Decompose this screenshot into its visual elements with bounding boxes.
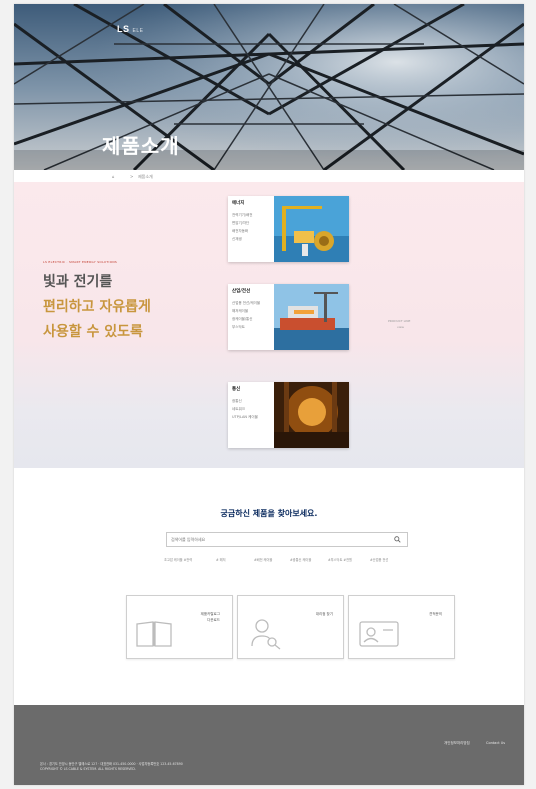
search-tag[interactable]: #부스닥트 #전원: [328, 557, 352, 562]
search-tag[interactable]: #광통신 케이블: [290, 557, 311, 562]
product-card-energy[interactable]: 에너지 전력기기/배전 변압기/차단 배전자동화 신재생: [228, 196, 349, 262]
product-card-item[interactable]: 배전자동화: [232, 229, 248, 234]
product-card-item[interactable]: 광케이블/통신: [232, 317, 253, 322]
book-icon: [136, 621, 172, 647]
product-card-item[interactable]: 해저케이블: [232, 309, 248, 314]
hero-transmission-tower-image: [14, 4, 524, 170]
product-card-item[interactable]: 변압기/차단: [232, 221, 249, 226]
quick-card-quote[interactable]: 견적문의: [348, 595, 455, 659]
product-card-title: 통신: [232, 387, 241, 392]
product-card-item[interactable]: 산업용 전선/케이블: [232, 301, 260, 306]
quick-card-label: 제품카탈로그: [200, 612, 220, 616]
footer-address: 본사 : 경기도 안양시 동안구 엘에스로 127 · 대표전화 031-450…: [40, 762, 183, 766]
page: LS ELE 제품소개 ⌂ > 제품소개 LS ELECTRIC · SMART…: [14, 4, 524, 785]
slogan-line-3: 사용할 수 있도록: [43, 324, 143, 340]
search-box: [166, 532, 408, 547]
logo-mark: LS: [117, 24, 130, 34]
home-icon[interactable]: ⌂: [112, 174, 115, 179]
product-card-title: 에너지: [232, 201, 245, 206]
breadcrumb-current[interactable]: 제품소개: [138, 174, 153, 180]
hero-banner: LS ELE 제품소개: [14, 4, 524, 170]
product-card-image-telecom: [274, 382, 349, 448]
product-card-industry[interactable]: 산업/전선 산업용 전선/케이블 해저케이블 광케이블/통신 부스닥트: [228, 284, 349, 350]
footer-copyright: COPYRIGHT © LS CABLE & SYSTEM. ALL RIGHT…: [40, 767, 136, 771]
slogan-line-1: 빛과 전기를: [43, 274, 113, 290]
tagline-small: LS ELECTRIC · SMART ENERGY SOLUTIONS: [43, 260, 118, 264]
quick-card-catalog[interactable]: 제품카탈로그 다운로드: [126, 595, 233, 659]
search-title: 궁금하신 제품을 찾아보세요.: [220, 509, 318, 518]
footer: 개인정보처리방침 Contact Us 본사 : 경기도 안양시 동안구 엘에스…: [14, 705, 524, 785]
side-label: PRODUCT LINE: [388, 319, 411, 323]
id-card-icon: [359, 621, 399, 647]
quick-card-dealer[interactable]: 대리점 찾기: [237, 595, 344, 659]
search-input[interactable]: [171, 533, 381, 546]
search-tag[interactable]: #배전 케이블: [254, 557, 272, 562]
breadcrumb: ⌂ > 제품소개: [14, 170, 524, 182]
search-icon[interactable]: [394, 536, 401, 543]
search-tag[interactable]: #산업용 전선: [370, 557, 388, 562]
product-card-item[interactable]: 전력기기/배전: [232, 213, 253, 218]
product-card-item[interactable]: UTP/LAN 케이블: [232, 415, 258, 420]
logo-sub: ELE: [132, 28, 144, 34]
search-tag-list: 초고압 케이블 #전력 # 해저 #배전 케이블 #광통신 케이블 #부스닥트 …: [164, 557, 414, 565]
search-tag[interactable]: 초고압 케이블 #전력: [164, 557, 192, 562]
product-card-item[interactable]: 신재생: [232, 237, 242, 242]
logo[interactable]: LS ELE: [117, 24, 143, 34]
quick-card-label: 대리점 찾기: [315, 612, 333, 616]
slogan: 빛과 전기를 편리하고 자유롭게 사용할 수 있도록: [43, 270, 151, 345]
footer-link-contact[interactable]: Contact Us: [486, 741, 505, 745]
product-card-telecom[interactable]: 통신 광통신 네트워크 UTP/LAN 케이블: [228, 382, 349, 448]
page-title: 제품소개: [102, 134, 180, 158]
side-label-link[interactable]: view: [397, 325, 404, 329]
search-tag[interactable]: # 해저: [216, 557, 226, 562]
quick-card-sublabel: 다운로드: [207, 618, 220, 622]
breadcrumb-separator: >: [130, 174, 134, 179]
footer-link-privacy[interactable]: 개인정보처리방침: [444, 741, 470, 746]
product-card-item[interactable]: 네트워크: [232, 407, 245, 412]
product-section: LS ELECTRIC · SMART ENERGY SOLUTIONS 빛과 …: [14, 182, 524, 468]
product-card-item[interactable]: 광통신: [232, 399, 242, 404]
product-card-title: 산업/전선: [232, 289, 251, 294]
product-card-image-industry: [274, 284, 349, 350]
product-card-image-energy: [274, 196, 349, 262]
product-card-item[interactable]: 부스닥트: [232, 325, 245, 330]
quick-card-label: 견적문의: [429, 612, 442, 616]
person-search-icon: [251, 619, 281, 650]
slogan-line-2: 편리하고 자유롭게: [43, 299, 151, 315]
